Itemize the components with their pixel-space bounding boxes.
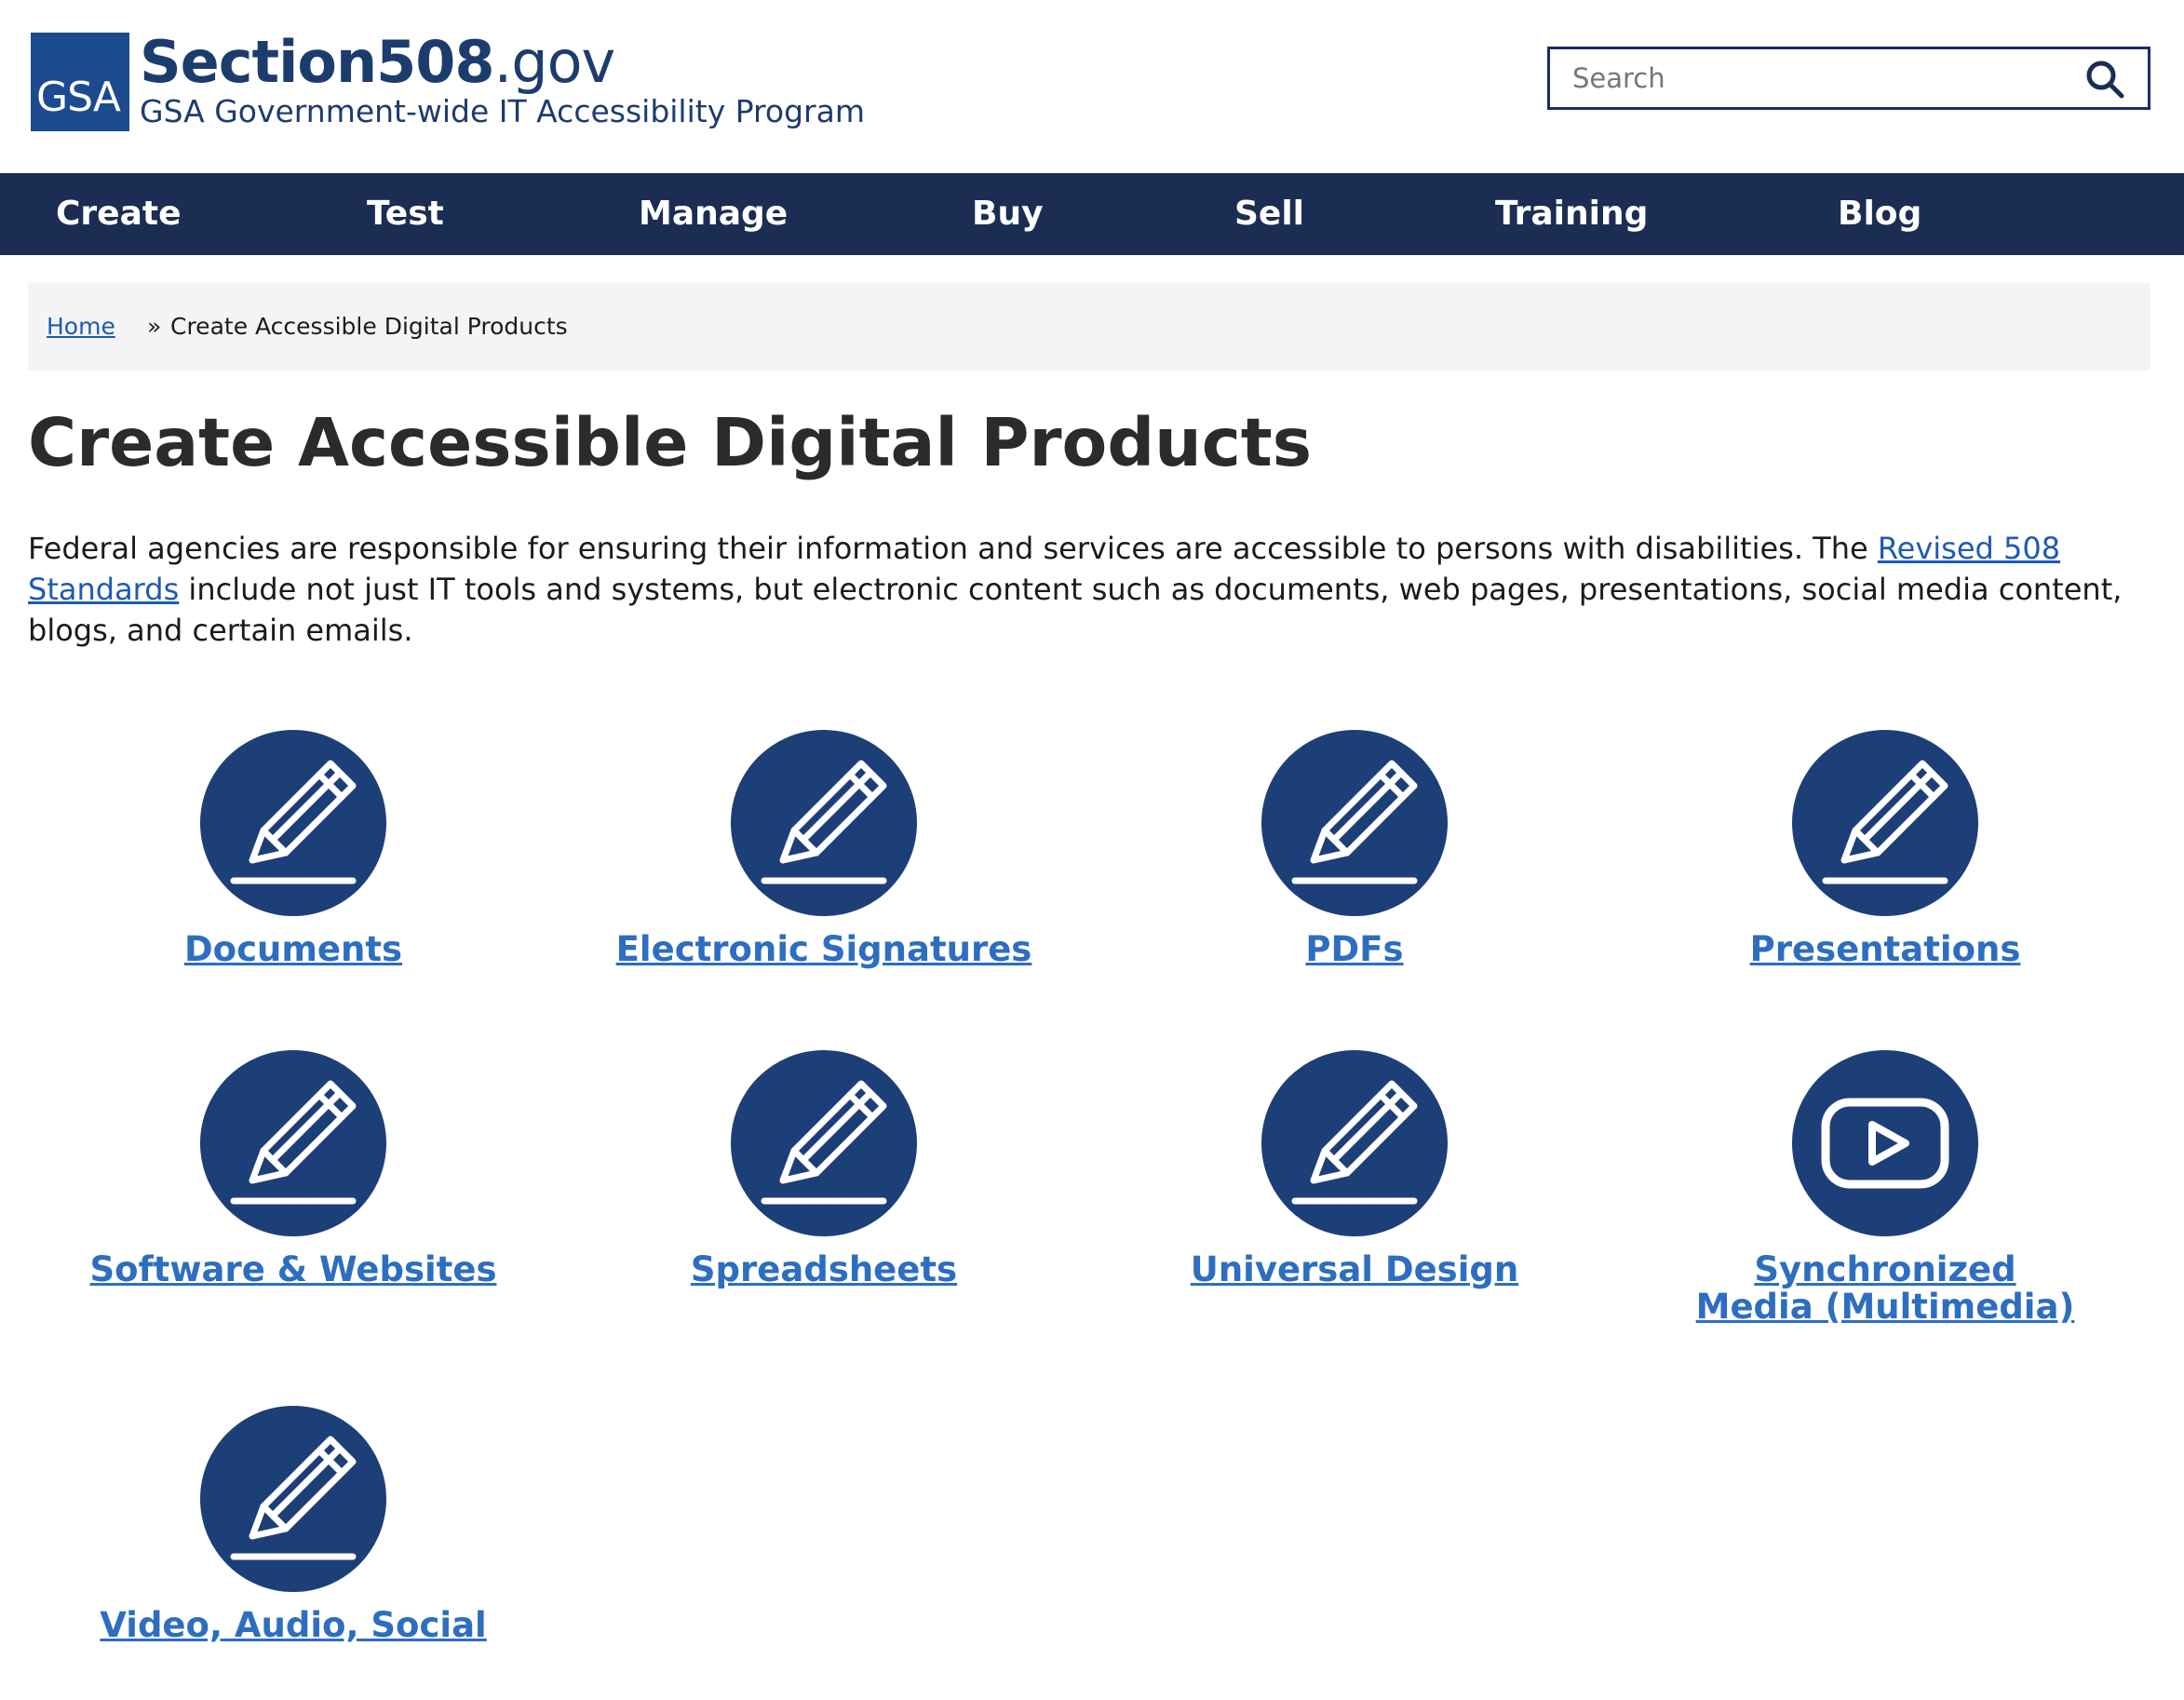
nav-item-create[interactable]: Create [56, 173, 182, 255]
pencil-icon[interactable] [200, 1050, 386, 1236]
card-universal-design: Universal Design [1089, 1050, 1620, 1288]
card-synchronized-media: Synchronized Media (Multimedia) [1620, 1050, 2150, 1326]
presentations-link[interactable]: Presentations [1620, 931, 2150, 968]
electronic-signatures-link[interactable]: Electronic Signatures [559, 931, 1089, 968]
pencil-icon[interactable] [731, 730, 917, 916]
page-title: Create Accessible Digital Products [28, 404, 1312, 481]
nav-item-manage[interactable]: Manage [639, 173, 788, 255]
card-video-audio-social: Video, Audio, Social [28, 1406, 559, 1644]
site-subtitle: GSA Government-wide IT Accessibility Pro… [140, 93, 865, 129]
gsa-logo-text: GSA [36, 74, 121, 121]
site-title-suffix: .gov [493, 28, 616, 96]
video-audio-social-link[interactable]: Video, Audio, Social [28, 1607, 559, 1644]
site-title-main: Section508 [140, 28, 494, 96]
site-header: GSA Section508.gov GSA Government-wide I… [0, 0, 2184, 173]
nav-item-buy[interactable]: Buy [972, 173, 1044, 255]
search-box [1547, 47, 2150, 110]
nav-item-blog[interactable]: Blog [1838, 173, 1921, 255]
gsa-logo[interactable]: GSA [31, 33, 129, 131]
search-input[interactable] [1550, 49, 2071, 107]
card-pdfs: PDFs [1089, 730, 1620, 968]
intro-paragraph: Federal agencies are responsible for ens… [28, 528, 2160, 651]
pencil-icon[interactable] [200, 1406, 386, 1592]
pencil-icon[interactable] [1792, 730, 1978, 916]
card-documents: Documents [28, 730, 559, 968]
spreadsheets-link[interactable]: Spreadsheets [559, 1251, 1089, 1288]
card-spreadsheets: Spreadsheets [559, 1050, 1089, 1288]
card-software-websites: Software & Websites [28, 1050, 559, 1288]
intro-text-after: include not just IT tools and systems, b… [28, 572, 2123, 648]
main-nav: Create Test Manage Buy Sell Training Blo… [0, 173, 2184, 255]
breadcrumb: Home » Create Accessible Digital Product… [28, 283, 2150, 371]
nav-item-sell[interactable]: Sell [1234, 173, 1304, 255]
pencil-icon[interactable] [1261, 730, 1448, 916]
card-electronic-signatures: Electronic Signatures [559, 730, 1089, 968]
site-title[interactable]: Section508.gov [140, 28, 616, 96]
pencil-icon[interactable] [200, 730, 386, 916]
card-presentations: Presentations [1620, 730, 2150, 968]
pencil-icon[interactable] [731, 1050, 917, 1236]
intro-text-before: Federal agencies are responsible for ens… [28, 531, 1878, 566]
documents-link[interactable]: Documents [28, 931, 559, 968]
pencil-icon[interactable] [1261, 1050, 1448, 1236]
universal-design-link[interactable]: Universal Design [1089, 1251, 1620, 1288]
breadcrumb-home-link[interactable]: Home [47, 313, 115, 340]
software-websites-link[interactable]: Software & Websites [28, 1251, 559, 1288]
nav-item-training[interactable]: Training [1495, 173, 1648, 255]
breadcrumb-current: Create Accessible Digital Products [170, 313, 568, 340]
video-play-icon[interactable] [1792, 1050, 1978, 1236]
nav-item-test[interactable]: Test [367, 173, 444, 255]
breadcrumb-separator: » [147, 313, 162, 340]
pdfs-link[interactable]: PDFs [1089, 931, 1620, 968]
magnifier-icon[interactable] [2084, 59, 2125, 100]
synchronized-media-link[interactable]: Synchronized Media (Multimedia) [1690, 1251, 2081, 1326]
